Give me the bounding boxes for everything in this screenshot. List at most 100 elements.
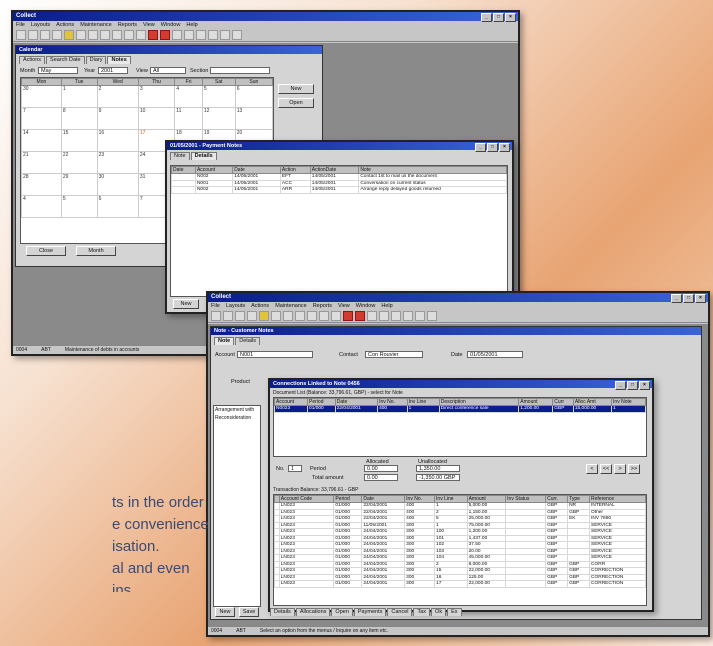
calendar-day[interactable]: 3	[137, 85, 176, 108]
open-button[interactable]: Open	[278, 98, 314, 108]
column-header[interactable]: Inv No.	[404, 495, 436, 503]
close-calendar-button[interactable]: Close	[26, 246, 66, 256]
account-input[interactable]: N001	[237, 351, 313, 358]
new-icon[interactable]	[211, 311, 221, 321]
note-icon[interactable]	[196, 30, 206, 40]
calendar-day[interactable]: 7	[21, 107, 62, 130]
menu-reports[interactable]: Reports	[118, 21, 137, 29]
cut-icon[interactable]	[64, 30, 74, 40]
calendar-day[interactable]: 2	[96, 85, 139, 108]
calendar-day[interactable]: 4	[174, 85, 203, 108]
close-button[interactable]: ×	[505, 13, 516, 22]
menu-actions[interactable]: Actions	[56, 21, 74, 29]
calendar-day[interactable]: 5	[60, 195, 98, 218]
calendar-day[interactable]: 9	[96, 107, 139, 130]
column-header[interactable]: Alloc Amt	[572, 398, 613, 406]
menu-file[interactable]: File	[16, 21, 25, 29]
calendar-day[interactable]: 12	[201, 107, 236, 130]
close-button[interactable]: ×	[499, 143, 510, 152]
tab-ok[interactable]: Ok	[431, 608, 447, 616]
calendar-day[interactable]: 5	[201, 85, 236, 108]
window-icon[interactable]	[208, 30, 218, 40]
menu-actions[interactable]: Actions	[251, 302, 269, 310]
calendar-day[interactable]: 30	[21, 85, 62, 108]
window-icon[interactable]	[403, 311, 413, 321]
prev-icon[interactable]	[319, 311, 329, 321]
column-header[interactable]: Amount	[518, 398, 554, 406]
calendar-day[interactable]: 30	[96, 173, 139, 196]
calendar-day[interactable]: 29	[60, 173, 98, 196]
save-icon[interactable]	[235, 311, 245, 321]
prev-icon[interactable]	[124, 30, 134, 40]
calendar-day[interactable]: 10	[137, 107, 176, 130]
calendar-day[interactable]: 1	[60, 85, 98, 108]
user-icon[interactable]	[172, 30, 182, 40]
tab-actions[interactable]: Actions	[19, 56, 46, 64]
calendar-day[interactable]: 22	[60, 151, 98, 174]
allocated-input[interactable]: 0.00	[364, 465, 398, 472]
save-button[interactable]: Save	[239, 607, 259, 617]
alert-red-icon[interactable]	[160, 30, 170, 40]
table-row[interactable]: LN023 01/000 24/04/2001 300 17 22,000.00 GBP GB…	[274, 580, 646, 588]
first-button[interactable]: <	[586, 464, 598, 474]
menu-maintenance[interactable]: Maintenance	[80, 21, 112, 29]
cut-icon[interactable]	[259, 311, 269, 321]
calendar-day[interactable]: 6	[234, 85, 274, 108]
column-header[interactable]: Type	[567, 495, 591, 503]
find-icon[interactable]	[112, 30, 122, 40]
column-header[interactable]: Inv Line	[434, 495, 468, 503]
open-icon[interactable]	[28, 30, 38, 40]
column-header[interactable]: Account	[194, 166, 234, 174]
list-item[interactable]: Reconsideration	[214, 414, 260, 422]
column-header[interactable]: Inv Line	[406, 398, 440, 406]
column-header[interactable]: Date	[232, 166, 281, 174]
column-header[interactable]: Date	[361, 495, 406, 503]
tab-diary[interactable]: Diary	[85, 56, 107, 64]
close-button[interactable]: ×	[695, 294, 706, 303]
menu-help[interactable]: Help	[381, 302, 392, 310]
close-button[interactable]: ×	[639, 381, 650, 390]
menu-view[interactable]: View	[143, 21, 155, 29]
amount-input[interactable]: 0.00	[364, 474, 398, 481]
minimize-button[interactable]: _	[481, 13, 492, 22]
calendar-day[interactable]: 28	[21, 173, 62, 196]
minimize-button[interactable]: _	[615, 381, 626, 390]
tab-tax[interactable]: Tax	[413, 608, 431, 616]
contact-input[interactable]: Con Rouvier	[365, 351, 423, 358]
print-icon[interactable]	[52, 30, 62, 40]
table-row[interactable]: N0023 01/000 22/04/2001 400 1 Direct conferen…	[274, 405, 646, 413]
note-icon[interactable]	[391, 311, 401, 321]
calendar-day[interactable]: 13	[234, 107, 274, 130]
calendar-day[interactable]: 21	[21, 151, 62, 174]
menu-layouts[interactable]: Layouts	[226, 302, 245, 310]
refresh-icon[interactable]	[232, 30, 242, 40]
stop-red-icon[interactable]	[148, 30, 158, 40]
prev-button[interactable]: <<	[600, 464, 612, 474]
view-select[interactable]: All	[150, 67, 186, 74]
column-header[interactable]: Account Code	[278, 495, 335, 503]
tab-note[interactable]: Note	[170, 152, 190, 160]
total-input[interactable]: -1,350.00 GBP	[416, 474, 460, 481]
menu-help[interactable]: Help	[186, 21, 197, 29]
menu-window[interactable]: Window	[161, 21, 181, 29]
copy-icon[interactable]	[271, 311, 281, 321]
save-icon[interactable]	[40, 30, 50, 40]
next-icon[interactable]	[331, 311, 341, 321]
calendar-day[interactable]: 23	[96, 151, 139, 174]
column-header[interactable]: Inv Note	[611, 398, 646, 406]
month-select[interactable]: May	[38, 67, 78, 74]
column-header[interactable]: Action	[279, 166, 311, 174]
refresh-icon[interactable]	[427, 311, 437, 321]
no-input[interactable]: 1	[288, 465, 302, 472]
column-header[interactable]: Note	[358, 166, 507, 174]
tab-ex[interactable]: Ex	[447, 608, 462, 616]
maximize-button[interactable]: □	[487, 143, 498, 152]
menu-window[interactable]: Window	[356, 302, 376, 310]
column-header[interactable]: ActionDate	[309, 166, 360, 174]
paste-icon[interactable]	[88, 30, 98, 40]
new-icon[interactable]	[16, 30, 26, 40]
user-icon[interactable]	[367, 311, 377, 321]
maximize-button[interactable]: □	[683, 294, 694, 303]
new-note-button[interactable]: New	[173, 299, 199, 309]
tab-search-date[interactable]: Search Date	[46, 56, 85, 64]
